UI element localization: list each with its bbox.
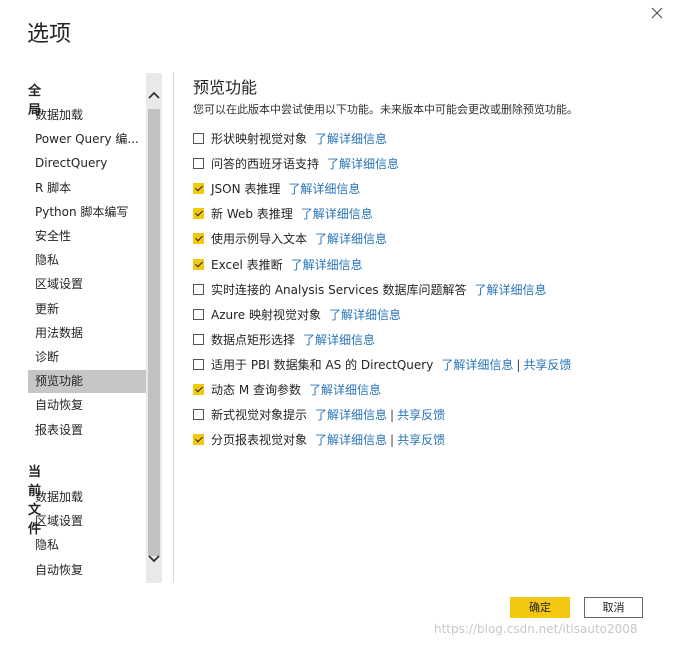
learn-more-link[interactable]: 了解详细信息 — [315, 132, 387, 146]
feature-label[interactable]: 使用示例导入文本 — [211, 232, 307, 246]
feature-checkbox[interactable] — [193, 333, 204, 345]
feature-label[interactable]: 数据点矩形选择 — [211, 333, 295, 347]
feature-checkbox[interactable] — [193, 358, 204, 370]
sidebar-global-item[interactable]: 隐私 — [28, 249, 146, 272]
sidebar-global-item[interactable]: 用法数据 — [28, 322, 146, 345]
learn-more-link[interactable]: 了解详细信息 — [327, 157, 399, 171]
feature-checkbox[interactable] — [193, 208, 204, 220]
share-feedback-link[interactable]: 共享反馈 — [397, 408, 445, 422]
close-icon[interactable] — [648, 4, 666, 22]
sidebar-scrollbar[interactable] — [146, 73, 162, 583]
sidebar-global-item[interactable]: 安全性 — [28, 225, 146, 248]
feature-row: 新 Web 表推理 了解详细信息 — [193, 204, 373, 224]
feature-checkbox[interactable] — [193, 283, 204, 295]
sidebar-file-item[interactable]: 数据加载 — [28, 486, 146, 509]
sidebar-file-item[interactable]: 隐私 — [28, 534, 146, 557]
learn-more-link[interactable]: 了解详细信息 — [475, 283, 547, 297]
sidebar-global-item[interactable]: 预览功能 — [28, 370, 146, 394]
feature-checkbox[interactable] — [193, 258, 204, 270]
page-heading: 预览功能 — [193, 78, 258, 97]
link-separator: | — [516, 357, 521, 372]
sidebar-global-item[interactable]: Python 脚本编写 — [28, 201, 146, 224]
feature-label[interactable]: 形状映射视觉对象 — [211, 132, 307, 146]
feature-checkbox[interactable] — [193, 308, 204, 320]
feature-label[interactable]: 问答的西班牙语支持 — [211, 157, 319, 171]
feature-checkbox[interactable] — [193, 158, 204, 170]
feature-label[interactable]: Azure 映射视觉对象 — [211, 308, 321, 322]
learn-more-link[interactable]: 了解详细信息 — [288, 182, 360, 196]
sidebar-global-item[interactable]: 数据加载 — [28, 104, 146, 127]
sidebar-global-item[interactable]: 报表设置 — [28, 419, 146, 442]
share-feedback-link[interactable]: 共享反馈 — [397, 433, 445, 447]
feature-label[interactable]: 适用于 PBI 数据集和 AS 的 DirectQuery — [211, 358, 433, 372]
feature-checkbox[interactable] — [193, 233, 204, 245]
sidebar-global-item[interactable]: Power Query 编... — [28, 128, 146, 151]
feature-row: 适用于 PBI 数据集和 AS 的 DirectQuery 了解详细信息 | 共享反馈 — [193, 355, 571, 375]
chevron-up-icon — [148, 91, 160, 99]
feature-checkbox[interactable] — [193, 409, 204, 421]
scroll-up-button[interactable] — [146, 85, 162, 105]
feature-row: 动态 M 查询参数 了解详细信息 — [193, 380, 381, 400]
feature-row: JSON 表推理 了解详细信息 — [193, 179, 360, 199]
feature-label[interactable]: 实时连接的 Analysis Services 数据库问题解答 — [211, 283, 467, 297]
feature-label[interactable]: JSON 表推理 — [211, 182, 280, 196]
learn-more-link[interactable]: 了解详细信息 — [329, 308, 401, 322]
feature-label[interactable]: 新式视觉对象提示 — [211, 408, 307, 422]
sidebar-global-item[interactable]: R 脚本 — [28, 177, 146, 200]
learn-more-link[interactable]: 了解详细信息 — [291, 258, 363, 272]
feature-checkbox[interactable] — [193, 133, 204, 144]
learn-more-link[interactable]: 了解详细信息 — [303, 333, 375, 347]
feature-row: 数据点矩形选择 了解详细信息 — [193, 330, 375, 350]
feature-checkbox[interactable] — [193, 434, 204, 446]
sidebar-global-item[interactable]: 更新 — [28, 298, 146, 321]
feature-label[interactable]: 新 Web 表推理 — [211, 207, 293, 221]
feature-row: Excel 表推断 了解详细信息 — [193, 255, 363, 275]
sidebar-global-item[interactable]: 自动恢复 — [28, 394, 146, 417]
feature-row: 形状映射视觉对象 了解详细信息 — [193, 129, 387, 149]
feature-row: 实时连接的 Analysis Services 数据库问题解答 了解详细信息 — [193, 280, 547, 300]
feature-row: Azure 映射视觉对象 了解详细信息 — [193, 305, 401, 325]
feature-row: 问答的西班牙语支持 了解详细信息 — [193, 154, 399, 174]
share-feedback-link[interactable]: 共享反馈 — [523, 358, 571, 372]
sidebar-global-item[interactable]: 诊断 — [28, 346, 146, 369]
link-separator: | — [390, 408, 395, 423]
learn-more-link[interactable]: 了解详细信息 — [301, 207, 373, 221]
feature-checkbox[interactable] — [193, 183, 204, 195]
sidebar-global-item[interactable]: 区域设置 — [28, 273, 146, 296]
link-separator: | — [390, 433, 395, 448]
feature-row: 使用示例导入文本 了解详细信息 — [193, 229, 387, 249]
page-description: 您可以在此版本中尝试使用以下功能。未来版本中可能会更改或删除预览功能。 — [193, 103, 578, 116]
panel-divider — [173, 72, 174, 582]
close-button[interactable] — [648, 4, 666, 22]
learn-more-link[interactable]: 了解详细信息 — [315, 408, 387, 422]
feature-checkbox[interactable] — [193, 384, 204, 395]
feature-row: 分页报表视觉对象 了解详细信息 | 共享反馈 — [193, 430, 445, 450]
sidebar-file-item[interactable]: 自动恢复 — [28, 559, 146, 582]
feature-label[interactable]: 分页报表视觉对象 — [211, 433, 307, 447]
watermark: https://blog.csdn.net/itisauto2008 — [434, 622, 638, 636]
feature-label[interactable]: Excel 表推断 — [211, 258, 283, 272]
learn-more-link[interactable]: 了解详细信息 — [315, 433, 387, 447]
ok-button[interactable]: 确定 — [510, 597, 570, 618]
sidebar-file-item[interactable]: 区域设置 — [28, 510, 146, 533]
learn-more-link[interactable]: 了解详细信息 — [309, 383, 381, 397]
scroll-down-button[interactable] — [146, 549, 162, 569]
learn-more-link[interactable]: 了解详细信息 — [441, 358, 513, 372]
sidebar-global-item[interactable]: DirectQuery — [28, 152, 146, 175]
cancel-button[interactable]: 取消 — [584, 597, 643, 618]
dialog-title: 选项 — [27, 22, 72, 47]
learn-more-link[interactable]: 了解详细信息 — [315, 232, 387, 246]
scrollbar-thumb[interactable] — [148, 109, 160, 556]
feature-row: 新式视觉对象提示 了解详细信息 | 共享反馈 — [193, 405, 445, 425]
feature-label[interactable]: 动态 M 查询参数 — [211, 383, 301, 397]
chevron-down-icon — [148, 555, 160, 563]
